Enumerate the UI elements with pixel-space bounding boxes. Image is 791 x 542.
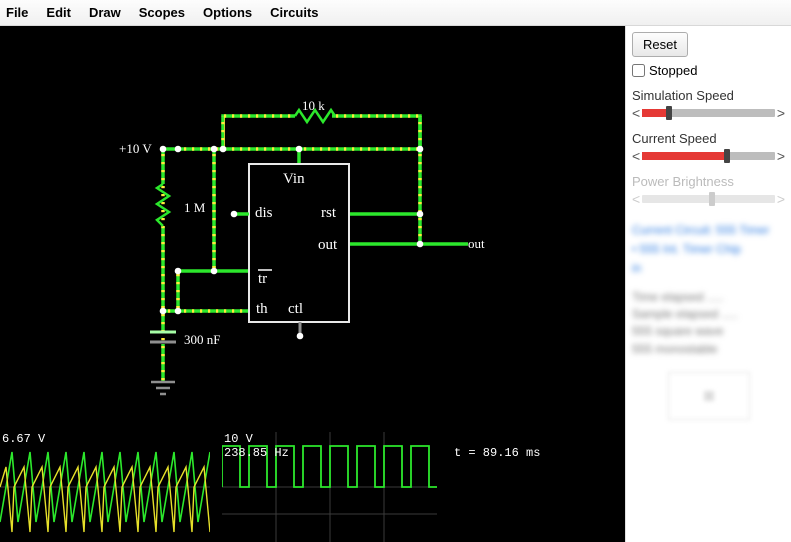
- sidebar: Reset Stopped Simulation Speed < > Curre…: [625, 26, 791, 542]
- slider-label-power: Power Brightness: [632, 174, 785, 189]
- info-3: 555 monostable: [632, 341, 785, 358]
- info-1: Sample elapsed .....: [632, 306, 785, 323]
- link-1[interactable]: • 555 Int. Timer Chip: [632, 240, 785, 259]
- pin-dis: dis: [255, 205, 273, 222]
- link-2[interactable]: in: [632, 259, 785, 278]
- time-readout: t = 89.16 ms: [454, 446, 540, 460]
- menu-options[interactable]: Options: [203, 5, 252, 20]
- circuit-canvas[interactable]: +10 V 10 k 1 M 300 nF out Vin dis rst ou…: [0, 26, 625, 542]
- circuit-svg: [0, 26, 625, 426]
- menubar: File Edit Draw Scopes Options Circuits: [0, 0, 791, 26]
- info-0: Time elapsed .....: [632, 289, 785, 306]
- label-cap: 300 nF: [184, 332, 220, 348]
- curspeed-increase[interactable]: >: [777, 148, 785, 164]
- links-block: Current Circuit: 555 Timer • 555 Int. Ti…: [632, 221, 785, 279]
- info-2: 555 square wave: [632, 323, 785, 340]
- label-out: out: [468, 236, 485, 252]
- label-voltage: +10 V: [119, 141, 152, 157]
- scope-strip: 6.67 V 10 V 238.85 Hz t = 89.16 ms: [0, 432, 625, 542]
- label-r-feedback: 10 k: [302, 98, 325, 114]
- menu-edit[interactable]: Edit: [46, 5, 71, 20]
- pin-ctl: ctl: [288, 301, 303, 318]
- curspeed-decrease[interactable]: <: [632, 148, 640, 164]
- stopped-label: Stopped: [649, 63, 697, 78]
- reset-button[interactable]: Reset: [632, 32, 688, 57]
- power-increase: >: [777, 191, 785, 207]
- pin-vin: Vin: [283, 171, 305, 188]
- pin-tr: tr: [258, 271, 267, 288]
- curspeed-slider[interactable]: [642, 152, 775, 160]
- pin-rst: rst: [321, 205, 336, 222]
- simspeed-increase[interactable]: >: [777, 105, 785, 121]
- label-r-discharge: 1 M: [184, 200, 205, 216]
- power-slider: [642, 195, 775, 203]
- scope-2[interactable]: 10 V 238.85 Hz: [222, 432, 437, 542]
- scope-1[interactable]: 6.67 V: [0, 432, 210, 542]
- slider-label-simspeed: Simulation Speed: [632, 88, 785, 103]
- menu-file[interactable]: File: [6, 5, 28, 20]
- slider-label-curspeed: Current Speed: [632, 131, 785, 146]
- menu-draw[interactable]: Draw: [89, 5, 121, 20]
- ad-box[interactable]: [668, 372, 750, 420]
- link-0[interactable]: Current Circuit: 555 Timer: [632, 221, 785, 240]
- simspeed-decrease[interactable]: <: [632, 105, 640, 121]
- menu-circuits[interactable]: Circuits: [270, 5, 318, 20]
- scope2-f: 238.85 Hz: [224, 446, 289, 460]
- scope1-v: 6.67 V: [2, 432, 45, 446]
- simspeed-slider[interactable]: [642, 109, 775, 117]
- scope2-v: 10 V: [224, 432, 253, 446]
- menu-scopes[interactable]: Scopes: [139, 5, 185, 20]
- power-decrease: <: [632, 191, 640, 207]
- pin-th: th: [256, 301, 268, 318]
- pin-out: out: [318, 237, 337, 254]
- stopped-checkbox[interactable]: [632, 64, 645, 77]
- info-block: Time elapsed ..... Sample elapsed ..... …: [632, 289, 785, 359]
